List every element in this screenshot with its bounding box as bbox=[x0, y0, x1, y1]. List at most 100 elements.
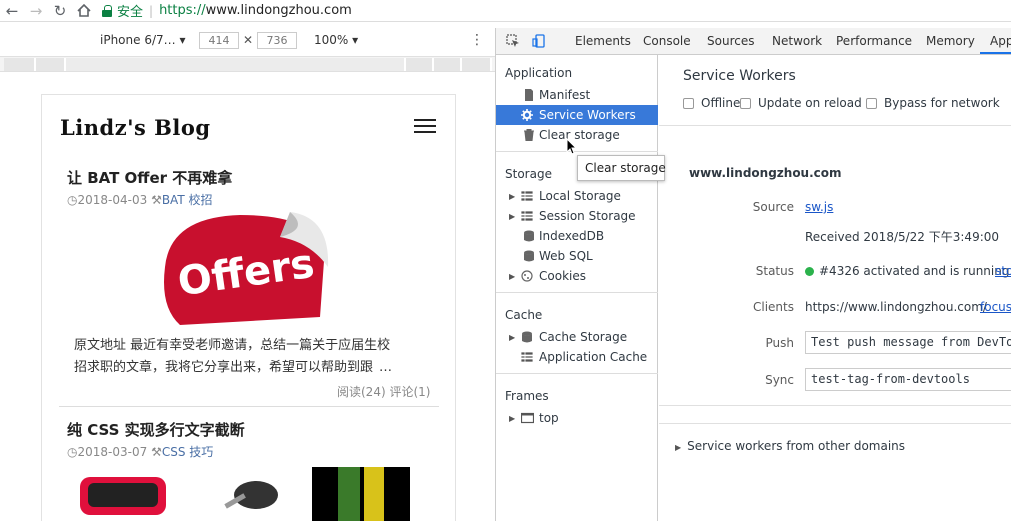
device-toolbar: iPhone 6/7… ▾ 414 ✕ 736 100% ▾ ⋮ bbox=[0, 28, 495, 54]
grid-icon bbox=[521, 210, 533, 222]
sync-input[interactable]: test-tag-from-devtools bbox=[805, 368, 1011, 391]
sidebar-item-application-cache[interactable]: Application Cache bbox=[496, 347, 658, 367]
excerpt-line: 原文地址 最近有幸受老师邀请，总结一篇关于应届生校 bbox=[74, 338, 391, 353]
post-date: 2018-03-07 bbox=[77, 445, 148, 459]
tab-memory[interactable]: Memory bbox=[926, 34, 975, 48]
tab-sources[interactable]: Sources bbox=[707, 34, 754, 48]
device-select[interactable]: iPhone 6/7… ▾ bbox=[100, 33, 186, 47]
tab-network[interactable]: Network bbox=[772, 34, 822, 48]
status-value: #4326 activated and is running bbox=[805, 264, 1009, 278]
tab-application[interactable]: App bbox=[990, 34, 1011, 48]
post-tag[interactable]: CSS 技巧 bbox=[162, 445, 213, 459]
sidebar-item-service-workers[interactable]: Service Workers bbox=[496, 105, 658, 125]
sidebar-item-top-frame[interactable]: ▶ top bbox=[496, 408, 658, 428]
emulated-page: Lindz's Blog 让 BAT Offer 不再难拿 ◷2018-04-0… bbox=[41, 94, 456, 521]
sidebar-item-local-storage[interactable]: ▶ Local Storage bbox=[496, 186, 658, 206]
cookie-icon bbox=[521, 270, 533, 282]
expand-arrow-icon[interactable]: ▶ bbox=[509, 272, 515, 281]
clients-value: https://www.lindongzhou.com/ bbox=[805, 300, 987, 314]
sidebar-item-cache-storage[interactable]: ▶ Cache Storage bbox=[496, 327, 658, 347]
expand-arrow-icon[interactable]: ▶ bbox=[509, 414, 515, 423]
width-input[interactable]: 414 bbox=[199, 32, 239, 49]
caret-down-icon: ▾ bbox=[352, 33, 359, 47]
adapter-thumbnail[interactable] bbox=[194, 467, 298, 521]
more-options-icon[interactable]: ⋮ bbox=[470, 32, 484, 48]
blog-logo[interactable]: Lindz's Blog bbox=[60, 115, 211, 140]
times-icon: ✕ bbox=[243, 33, 254, 47]
update-on-reload-checkbox[interactable]: Update on reload bbox=[740, 96, 862, 110]
database-icon bbox=[522, 331, 532, 343]
home-icon[interactable] bbox=[72, 0, 96, 22]
divider bbox=[659, 125, 1011, 126]
clients-label: Clients bbox=[753, 300, 794, 314]
gear-icon bbox=[521, 109, 533, 121]
back-icon[interactable]: ← bbox=[0, 0, 24, 22]
hamburger-menu-icon[interactable] bbox=[414, 119, 436, 134]
inspect-element-icon[interactable] bbox=[506, 34, 520, 48]
grid-icon bbox=[521, 190, 533, 202]
database-icon bbox=[524, 230, 534, 242]
url-scheme[interactable]: https:// bbox=[159, 3, 206, 18]
sw-origin: www.lindongzhou.com bbox=[689, 166, 842, 180]
offers-image[interactable]: Offers bbox=[160, 207, 330, 325]
section-divider bbox=[496, 151, 658, 152]
pane-title: Service Workers bbox=[683, 68, 796, 84]
caret-down-icon: ▾ bbox=[179, 33, 186, 47]
height-input[interactable]: 736 bbox=[257, 32, 297, 49]
tab-performance[interactable]: Performance bbox=[836, 34, 912, 48]
tag-icon: ⚒ bbox=[151, 445, 162, 459]
url-host[interactable]: www.lindongzhou.com bbox=[206, 3, 352, 18]
tab-elements[interactable]: Elements bbox=[575, 34, 631, 48]
sidebar-item-session-storage[interactable]: ▶ Session Storage bbox=[496, 206, 658, 226]
sidebar-item-manifest[interactable]: Manifest bbox=[496, 85, 658, 105]
sidebar-item-label: Application Cache bbox=[539, 350, 648, 364]
media-query-bar[interactable] bbox=[0, 56, 495, 72]
device-toolbar-icon[interactable] bbox=[532, 34, 546, 48]
expand-arrow-icon[interactable]: ▶ bbox=[509, 333, 515, 342]
sidebar-item-cookies[interactable]: ▶ Cookies bbox=[496, 266, 658, 286]
sidebar-item-web-sql[interactable]: Web SQL bbox=[496, 246, 658, 266]
sidebar-item-indexeddb[interactable]: IndexedDB bbox=[496, 226, 658, 246]
read-count: 阅读(24) bbox=[337, 385, 386, 399]
grid-icon bbox=[521, 351, 533, 363]
tooltip: Clear storage bbox=[577, 155, 666, 181]
document-icon bbox=[525, 89, 533, 101]
application-sidebar: Application Manifest Service Workers Cle… bbox=[496, 55, 658, 521]
sidebar-item-label: Cache Storage bbox=[539, 330, 628, 344]
bypass-for-network-checkbox[interactable]: Bypass for network bbox=[866, 96, 1000, 110]
security-indicator[interactable]: 安全 bbox=[102, 1, 143, 20]
post-title[interactable]: 让 BAT Offer 不再难拿 bbox=[67, 167, 232, 188]
database-icon bbox=[524, 250, 534, 262]
section-title-storage: Storage bbox=[505, 167, 552, 181]
section-title-application: Application bbox=[505, 66, 573, 80]
speaker-thumbnail[interactable] bbox=[74, 467, 178, 521]
sidebar-item-label: Web SQL bbox=[539, 249, 593, 263]
sidebar-item-label: Service Workers bbox=[539, 108, 636, 122]
forward-icon[interactable]: → bbox=[24, 0, 48, 22]
source-link[interactable]: sw.js bbox=[805, 200, 833, 214]
push-input[interactable]: Test push message from DevTo bbox=[805, 331, 1011, 354]
expand-arrow-icon[interactable]: ▶ bbox=[509, 192, 515, 201]
section-divider bbox=[496, 373, 658, 374]
focus-link[interactable]: focus bbox=[980, 300, 1011, 314]
post-title[interactable]: 纯 CSS 实现多行文字截断 bbox=[67, 419, 245, 440]
sidebar-item-label: IndexedDB bbox=[539, 229, 605, 243]
sidebar-item-label: Manifest bbox=[539, 88, 591, 102]
tab-console[interactable]: Console bbox=[643, 34, 691, 48]
stop-link[interactable]: sto bbox=[995, 264, 1011, 278]
browser-window: ← → ↻ 安全 | https:// www.lindongzhou.com … bbox=[0, 0, 1011, 521]
sidebar-item-label: Local Storage bbox=[539, 189, 621, 203]
sidebar-item-clear-storage[interactable]: Clear storage bbox=[496, 125, 658, 145]
other-domains-toggle[interactable]: ▶ Service workers from other domains bbox=[675, 439, 905, 453]
service-workers-pane: Service Workers Offline Update on reload… bbox=[659, 55, 1011, 521]
post-meta: ◷2018-03-07 ⚒CSS 技巧 bbox=[67, 443, 213, 460]
post-tag[interactable]: BAT 校招 bbox=[162, 193, 213, 207]
offline-checkbox[interactable]: Offline bbox=[683, 96, 740, 110]
reload-icon[interactable]: ↻ bbox=[48, 0, 72, 22]
zoom-select[interactable]: 100% ▾ bbox=[314, 33, 358, 47]
comment-count[interactable]: 评论(1) bbox=[389, 385, 430, 399]
divider bbox=[659, 423, 1011, 424]
push-label: Push bbox=[765, 336, 795, 350]
expand-arrow-icon[interactable]: ▶ bbox=[509, 212, 515, 221]
device-thumbnail[interactable] bbox=[312, 467, 410, 521]
